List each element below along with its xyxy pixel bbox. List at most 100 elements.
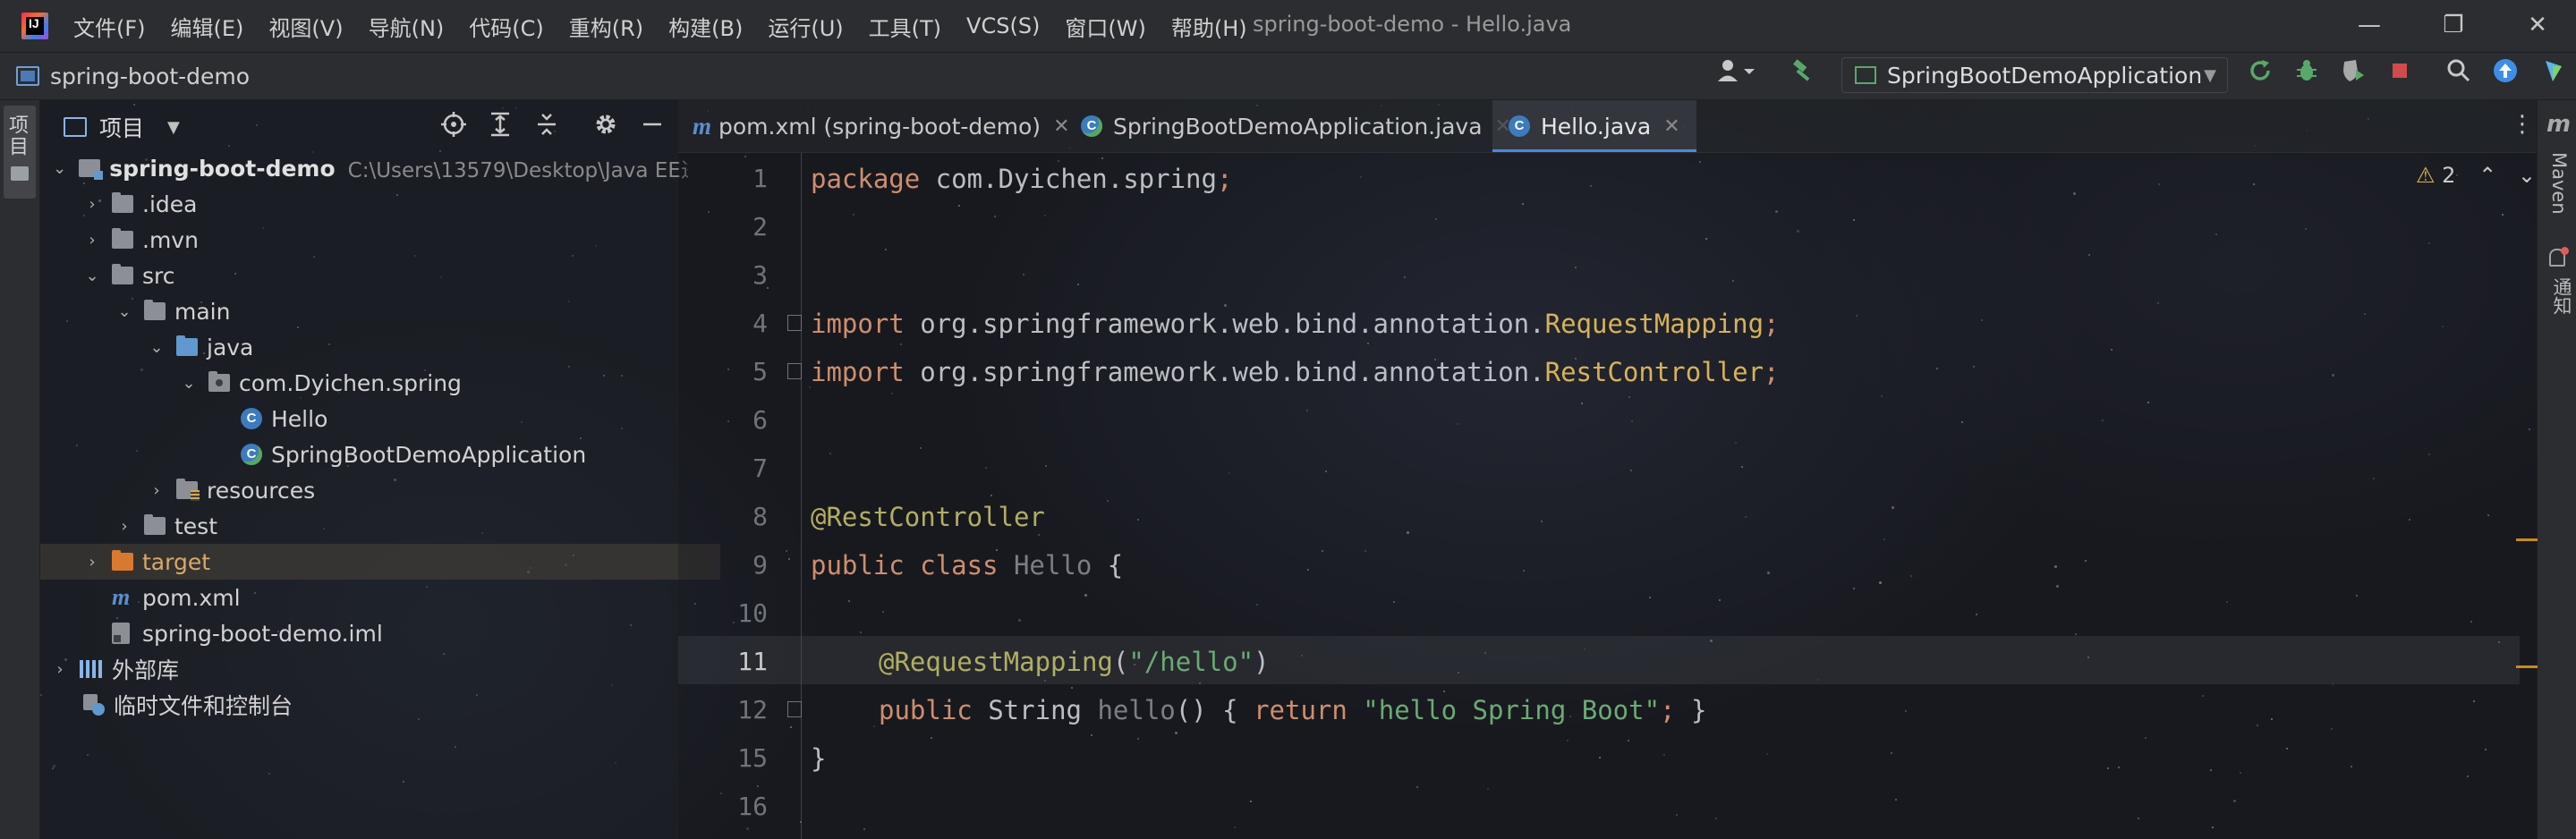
menu-code[interactable]: 代码(C) <box>469 11 543 42</box>
chevron-right-icon[interactable]: › <box>83 231 101 250</box>
code-token: ; <box>1216 164 1233 194</box>
tab-pom-xml[interactable]: m pom.xml (spring-boot-demo) ✕ <box>689 100 1083 152</box>
build-hammer-icon[interactable] <box>1786 57 1822 93</box>
chevron-down-icon[interactable]: ⌄ <box>115 302 133 321</box>
tree-item-project-root[interactable]: ⌄ spring-boot-demo C:\Users\13579\Deskto… <box>40 150 688 186</box>
notifications-tool-tab[interactable]: 通知 <box>2548 277 2575 315</box>
code-line: import org.springframework.web.bind.anno… <box>811 348 1780 396</box>
menu-file[interactable]: 文件(F) <box>73 11 146 42</box>
tree-item-label: 临时文件和控制台 <box>114 693 293 719</box>
tree-item-label: SpringBootDemoApplication <box>271 441 587 468</box>
breadcrumb-project[interactable]: spring-boot-demo <box>50 64 250 89</box>
warning-icon: ⚠ <box>2416 163 2436 188</box>
tree-item-pom[interactable]: › m pom.xml <box>40 580 720 615</box>
restore-button[interactable]: ❐ <box>2436 9 2471 41</box>
menu-navigate[interactable]: 导航(N) <box>369 11 445 42</box>
gear-icon[interactable] <box>591 111 621 141</box>
maven-tool-tab[interactable]: Maven <box>2548 152 2570 215</box>
chevron-right-icon[interactable]: › <box>51 660 69 679</box>
menu-help[interactable]: 帮助(H) <box>1171 11 1247 42</box>
line-number: 10 <box>737 598 768 628</box>
expand-all-icon[interactable] <box>485 111 515 141</box>
problems-indicator[interactable]: ⚠ 2 ⌃ ⌄ <box>2416 163 2536 188</box>
menu-refactor[interactable]: 重构(R) <box>569 11 643 42</box>
code-token: import <box>811 357 905 387</box>
code-token: ; <box>1764 309 1780 339</box>
project-view-icon <box>64 117 87 137</box>
hide-panel-icon[interactable] <box>637 111 667 141</box>
close-icon[interactable]: ✕ <box>1663 115 1679 138</box>
window-title: spring-boot-demo - Hello.java <box>1253 12 1572 37</box>
folder-icon <box>112 264 133 284</box>
warning-marker[interactable] <box>2516 665 2538 668</box>
stop-icon[interactable] <box>2384 57 2416 93</box>
menu-edit[interactable]: 编辑(E) <box>171 11 244 42</box>
menu-window[interactable]: 窗口(W) <box>1065 11 1145 42</box>
chevron-right-icon[interactable]: › <box>83 195 101 214</box>
tab-label: SpringBootDemoApplication.java <box>1113 113 1483 140</box>
code-token: @RestController <box>811 502 1045 532</box>
editor-scrollbar[interactable] <box>2525 179 2534 839</box>
resources-folder-icon <box>176 479 200 501</box>
collapse-all-icon[interactable] <box>531 111 562 141</box>
tab-springbootdemoapplication[interactable]: C SpringBootDemoApplication.java ✕ <box>1074 100 1524 152</box>
chevron-down-icon[interactable]: ▼ <box>167 118 180 137</box>
tree-item-scratches[interactable]: 临时文件和控制台 <box>40 687 720 723</box>
previous-highlight-icon[interactable]: ⌃ <box>2478 163 2496 188</box>
code-line: public String hello() { return "hello Sp… <box>879 686 1706 734</box>
chevron-right-icon[interactable]: › <box>115 517 133 536</box>
fold-marker-icon[interactable] <box>787 363 802 379</box>
java-class-icon: C <box>241 408 262 429</box>
update-arrow-icon[interactable] <box>2489 57 2521 93</box>
tree-item-src[interactable]: ⌄ src <box>40 258 720 293</box>
chevron-down-icon[interactable]: ⌄ <box>180 374 198 393</box>
debug-bug-icon[interactable] <box>2291 57 2323 93</box>
run-configuration-dropdown[interactable]: SpringBootDemoApplication ▼ <box>1841 57 2228 93</box>
menu-build[interactable]: 构建(B) <box>668 11 743 42</box>
tree-item-label: spring-boot-demo <box>109 155 336 182</box>
left-tool-stripe <box>0 100 40 839</box>
minimize-button[interactable]: — <box>2351 9 2387 41</box>
source-folder-icon <box>176 335 198 356</box>
tab-hello-java[interactable]: C Hello.java ✕ <box>1492 100 1696 152</box>
tree-item-java[interactable]: ⌄ java <box>40 329 785 365</box>
code-token: ) <box>1254 647 1270 677</box>
tree-item-idea[interactable]: › .idea <box>40 186 720 222</box>
search-icon[interactable] <box>2443 57 2475 93</box>
tree-item-label: resources <box>207 477 316 504</box>
menu-view[interactable]: 视图(V) <box>268 11 343 42</box>
chevron-down-icon[interactable]: ⌄ <box>148 338 166 357</box>
maven-icon[interactable]: m <box>2546 111 2571 138</box>
scratch-file-icon <box>83 694 105 716</box>
coverage-shield-icon[interactable] <box>2337 57 2369 93</box>
code-token: @RequestMapping <box>879 647 1113 677</box>
tree-item-label: main <box>174 298 231 325</box>
chevron-right-icon[interactable]: › <box>148 481 166 500</box>
jetbrains-ai-icon[interactable] <box>2536 57 2572 93</box>
code-token: com.Dyichen.spring <box>920 164 1217 194</box>
user-icon[interactable] <box>1713 57 1763 93</box>
chevron-down-icon[interactable]: ⌄ <box>51 159 68 178</box>
close-button[interactable]: ✕ <box>2520 9 2555 41</box>
menu-vcs[interactable]: VCS(S) <box>966 13 1040 38</box>
warning-marker[interactable] <box>2516 538 2538 541</box>
tree-item-mvn[interactable]: › .mvn <box>40 222 720 258</box>
project-panel-title[interactable]: 项目 <box>99 111 144 143</box>
tree-item-iml[interactable]: › spring-boot-demo.iml <box>40 615 720 651</box>
locate-crosshair-icon[interactable] <box>438 111 469 141</box>
menu-tools[interactable]: 工具(T) <box>869 11 941 42</box>
more-options-icon[interactable]: ⋮ <box>2511 111 2534 138</box>
line-number: 3 <box>752 260 768 290</box>
fold-marker-icon[interactable] <box>787 701 802 717</box>
fold-marker-icon[interactable] <box>787 315 802 331</box>
tree-item-target[interactable]: › target <box>40 544 720 580</box>
chevron-right-icon[interactable]: › <box>83 553 101 572</box>
tree-item-test[interactable]: › test <box>40 508 752 544</box>
tree-item-resources[interactable]: › resources <box>40 472 785 508</box>
close-icon[interactable]: ✕ <box>1053 115 1069 138</box>
tree-item-main[interactable]: ⌄ main <box>40 293 752 329</box>
tree-item-external-libraries[interactable]: › 外部库 <box>40 651 688 687</box>
rerun-icon[interactable] <box>2244 57 2276 93</box>
menu-run[interactable]: 运行(U) <box>768 11 843 42</box>
chevron-down-icon[interactable]: ⌄ <box>83 267 101 285</box>
